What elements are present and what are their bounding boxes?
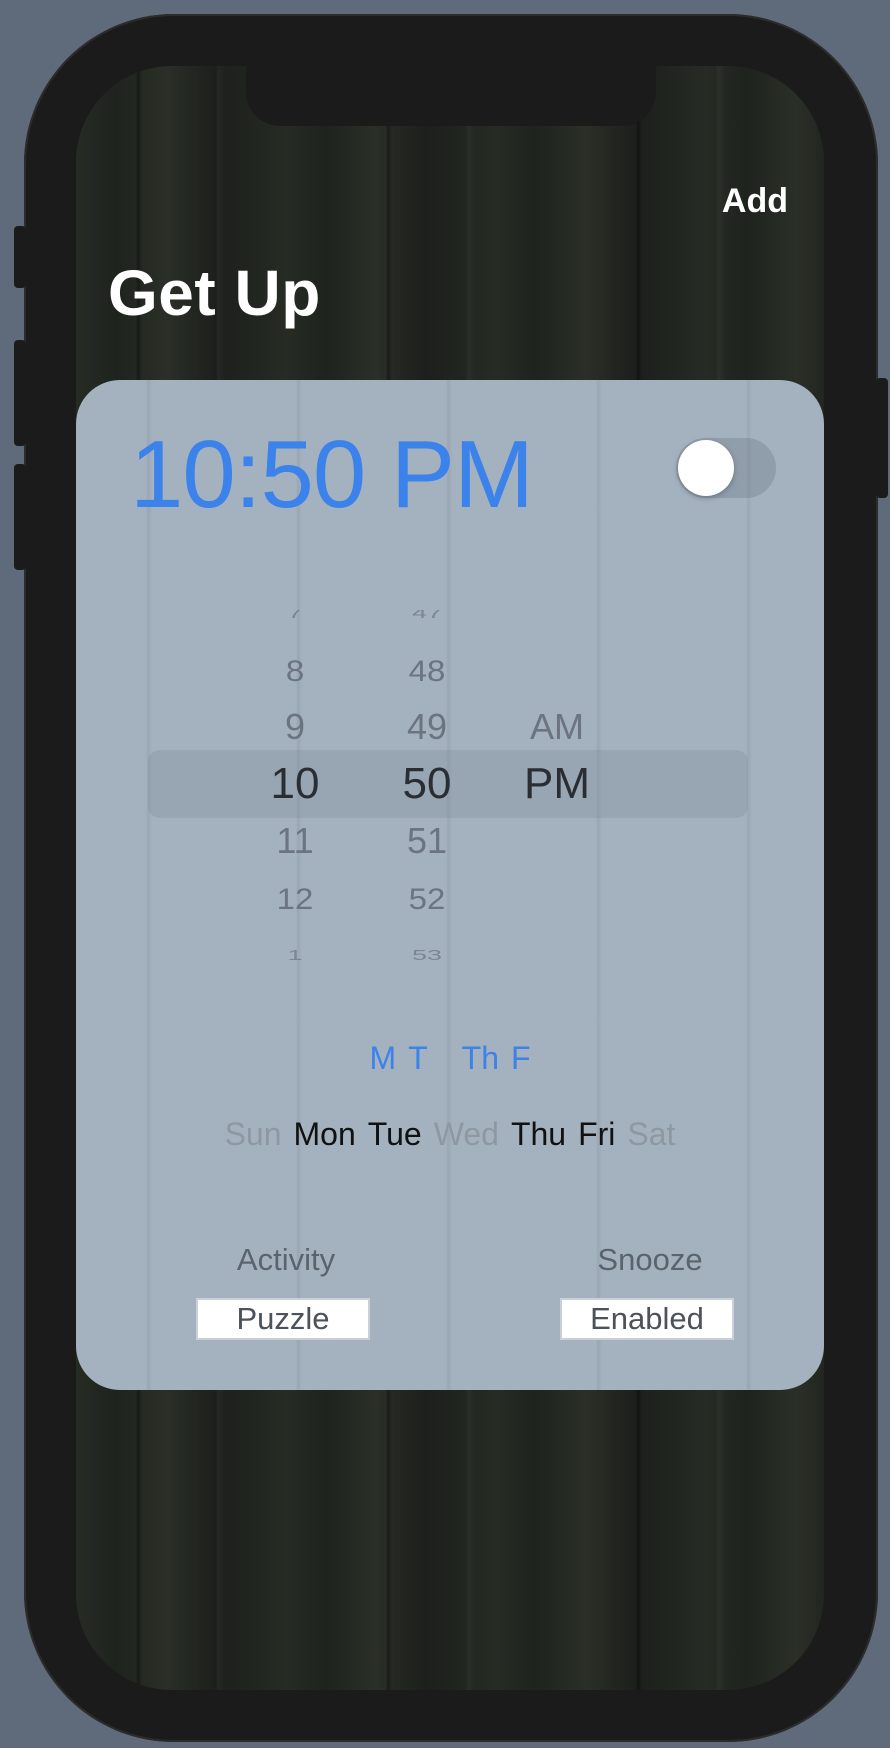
period-wheel[interactable]: AM PM [502,610,612,960]
volume-down-button [14,464,26,570]
time-picker[interactable]: 7 8 9 10 11 12 1 47 48 49 50 51 52 53 AM PM [148,610,748,960]
screen: Add Get Up 10:50 PM 7 8 9 10 11 12 1 47 48 49 50 5… [76,66,824,1690]
minute-wheel[interactable]: 47 48 49 50 51 52 53 [372,610,482,960]
hour-option[interactable]: 8 [240,655,350,685]
day-toggle-tue[interactable]: Tue [368,1116,422,1153]
add-button[interactable]: Add [722,182,788,221]
minute-option[interactable]: 47 [372,610,482,620]
volume-up-button [14,340,26,446]
alarm-card: 10:50 PM 7 8 9 10 11 12 1 47 48 49 50 51 52 53 AM PM … [76,380,824,1390]
hour-option[interactable]: 9 [240,709,350,745]
snooze-label: Snooze [597,1242,703,1277]
minute-option[interactable]: 53 [372,947,482,960]
alarm-toggle[interactable] [676,438,776,498]
hour-option[interactable]: 7 [240,610,350,620]
period-option[interactable]: AM [502,709,612,745]
hour-wheel[interactable]: 7 8 9 10 11 12 1 [240,610,350,960]
weekday-selector: Sun Mon Tue Wed Thu Fri Sat [76,1116,824,1153]
page-title: Get Up [108,257,321,329]
period-option[interactable]: PM [502,762,612,806]
day-toggle-fri[interactable]: Fri [578,1116,615,1153]
notch [246,66,656,126]
minute-option[interactable]: 50 [372,762,482,806]
minute-option[interactable]: 52 [372,883,482,913]
day-toggle-sat[interactable]: Sat [627,1116,675,1153]
mute-switch [14,226,26,288]
minute-option[interactable]: 49 [372,709,482,745]
day-toggle-mon[interactable]: Mon [294,1116,356,1153]
day-toggle-wed[interactable]: Wed [434,1116,499,1153]
day-toggle-thu[interactable]: Thu [511,1116,566,1153]
hour-option[interactable]: 11 [240,823,350,859]
snooze-selector[interactable]: Enabled [560,1298,734,1340]
repeat-day-abbrev: Th [461,1040,499,1076]
day-toggle-sun[interactable]: Sun [225,1116,282,1153]
repeat-day-abbrev: F [511,1040,531,1076]
repeat-summary: M T Th F [76,1040,824,1077]
power-button [876,378,888,498]
activity-label: Activity [236,1242,336,1277]
repeat-day-abbrev: M [369,1040,397,1076]
hour-option[interactable]: 10 [240,762,350,806]
repeat-day-abbrev: T [408,1040,428,1076]
alarm-time-display: 10:50 PM [130,421,534,528]
minute-option[interactable]: 48 [372,655,482,685]
hour-option[interactable]: 12 [240,883,350,913]
activity-selector[interactable]: Puzzle [196,1298,370,1340]
minute-option[interactable]: 51 [372,823,482,859]
hour-option[interactable]: 1 [240,947,350,960]
toggle-knob [678,440,734,496]
